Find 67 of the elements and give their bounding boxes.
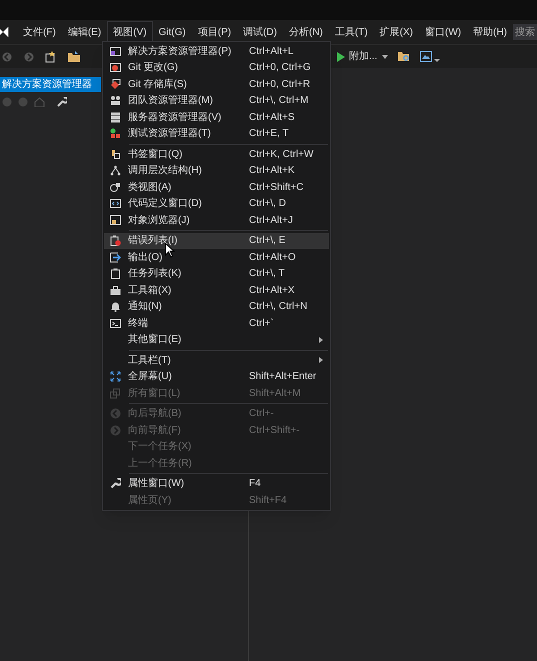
menu-item[interactable]: 通知(N) Ctrl+\, Ctrl+N — [104, 298, 329, 315]
submenu-arrow-icon — [319, 336, 323, 343]
menu-item[interactable]: 团队资源管理器(M) Ctrl+\, Ctrl+M — [104, 92, 329, 109]
panel-title[interactable]: 解决方案资源管理器 — [0, 77, 101, 92]
menu-bar-item[interactable]: 编辑(E) — [62, 21, 108, 43]
menu-item[interactable]: 测试资源管理器(T) Ctrl+E, T — [104, 126, 329, 142]
menu-item[interactable]: 错误列表(I) Ctrl+\, E — [104, 232, 329, 249]
menu-item[interactable]: 对象浏览器(J) Ctrl+Alt+J — [104, 212, 329, 228]
menu-item[interactable]: 工具箱(X) Ctrl+Alt+X — [104, 282, 329, 298]
caret-icon[interactable] — [382, 54, 388, 58]
menu-item[interactable]: Git 更改(G) Ctrl+0, Ctrl+G — [104, 60, 329, 76]
bell-icon — [110, 301, 120, 312]
menu-item[interactable]: 服务器资源管理器(V) Ctrl+Alt+S — [104, 109, 329, 126]
bookmark-icon — [110, 148, 120, 160]
menu-bar-item[interactable]: 扩展(X) — [374, 21, 419, 43]
window-icon — [110, 46, 120, 57]
fullscreen-icon — [110, 371, 120, 382]
menu-item[interactable]: 解决方案资源管理器(P) Ctrl+Alt+L — [104, 43, 329, 60]
menu-item[interactable]: Git 存储库(S) Ctrl+0, Ctrl+R — [104, 76, 329, 92]
repository-icon — [110, 78, 120, 90]
menu-item[interactable]: 终端 Ctrl+` — [104, 315, 329, 332]
people-icon — [110, 95, 120, 106]
back-icon — [110, 408, 120, 420]
menu-item[interactable]: 代码定义窗口(D) Ctrl+\, D — [104, 196, 329, 212]
menu-item[interactable]: 任务列表(K) Ctrl+\, T — [104, 266, 329, 282]
attach-button[interactable]: 附加... — [337, 49, 378, 64]
folder-search-icon[interactable] — [398, 51, 410, 62]
search-field[interactable]: 搜索 — [513, 24, 537, 40]
branch-window-icon — [110, 62, 120, 74]
menu-item[interactable]: 其他窗口(E) — [104, 332, 329, 348]
menu-bar-item[interactable]: 分析(N) — [282, 21, 329, 43]
clipboard-error-icon — [110, 235, 120, 246]
hierarchy-icon — [110, 165, 120, 176]
new-project-icon[interactable] — [44, 50, 56, 62]
menu-bar-item[interactable]: 调试(D) — [237, 21, 283, 43]
menu-bar-item[interactable]: 项目(P) — [192, 21, 238, 43]
toolbox-icon — [110, 284, 120, 296]
windows-icon — [110, 388, 120, 399]
output-icon — [110, 252, 120, 263]
menu-item[interactable]: 输出(O) Ctrl+Alt+O — [104, 249, 329, 266]
browser-icon — [110, 214, 120, 226]
menu-item[interactable]: 类视图(A) Ctrl+Shift+C — [104, 179, 329, 196]
play-icon — [337, 52, 345, 62]
caret-icon[interactable] — [434, 56, 440, 62]
menu-item[interactable]: 调用层次结构(H) Ctrl+Alt+K — [104, 162, 329, 179]
server-icon — [110, 112, 120, 123]
app-logo-icon — [0, 24, 10, 40]
menu-bar-item[interactable]: Git(G) — [152, 21, 192, 43]
submenu-arrow-icon — [319, 357, 323, 364]
clipboard-icon — [110, 268, 120, 280]
code-window-icon — [110, 198, 120, 210]
menu-bar-item[interactable]: 帮助(H) — [467, 21, 513, 43]
menu-bar-item[interactable]: 文件(F) — [17, 21, 62, 43]
open-folder-icon[interactable] — [68, 51, 80, 62]
menu-bar-item[interactable]: 视图(V) — [107, 21, 153, 43]
wrench-icon[interactable] — [57, 97, 67, 107]
menu-item[interactable]: 全屏幕(U) Shift+Alt+Enter — [104, 368, 329, 385]
class-icon — [110, 182, 120, 193]
forward-icon — [110, 424, 120, 436]
menu-bar-item[interactable]: 窗口(W) — [419, 21, 468, 43]
menu-item[interactable]: 书签窗口(Q) Ctrl+K, Ctrl+W — [104, 146, 329, 162]
image-window-icon[interactable] — [420, 51, 432, 62]
menu-item[interactable]: 工具栏(T) — [104, 352, 329, 368]
menu-bar-item[interactable]: 工具(T) — [328, 21, 374, 43]
wrench-icon — [110, 478, 120, 490]
terminal-icon — [110, 318, 120, 329]
menu-item[interactable]: 属性窗口(W) F4 — [104, 476, 329, 492]
